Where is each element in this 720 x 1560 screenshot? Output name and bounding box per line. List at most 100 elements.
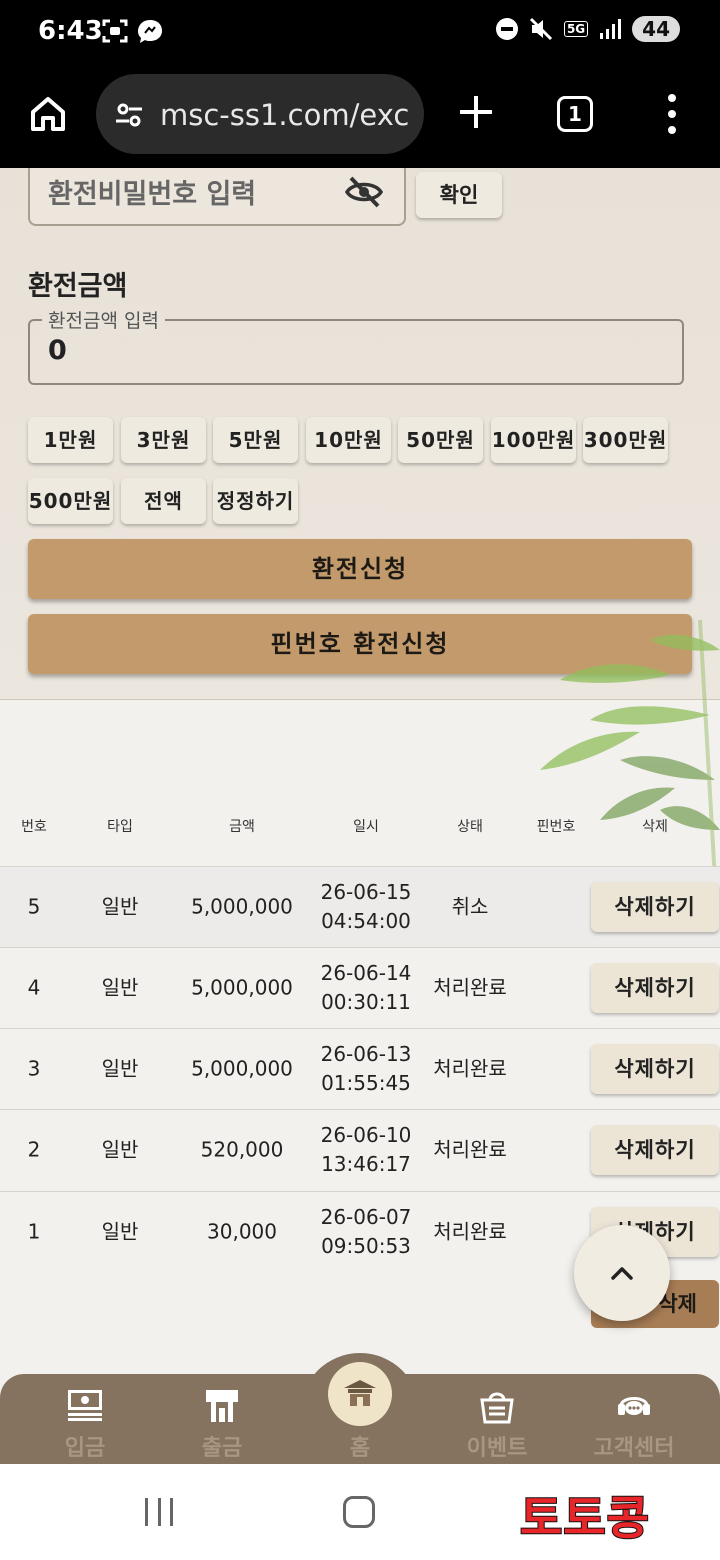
chevron-up-icon [611,1267,633,1280]
row-status: 처리완료 [433,1219,507,1244]
browser-home-icon[interactable] [28,94,68,134]
row-datetime: 26-06-10 13:46:17 [321,1121,412,1179]
row-amount: 520,000 [200,1137,284,1162]
row-type: 일반 [101,1137,139,1162]
nav-event-label: 이벤트 [466,1436,528,1461]
exchange-password-placeholder: 환전비밀번호 입력 [48,179,257,210]
watermark-logo: 토토콩 [519,1490,650,1546]
header-amount: 금액 [229,819,255,835]
amount-30k-button[interactable]: 3만원 [121,417,206,463]
row-status: 처리완료 [433,1137,507,1162]
exchange-password-input[interactable]: 환전비밀번호 입력 [28,168,406,226]
amount-reset-button[interactable]: 정정하기 [213,478,298,524]
row-datetime: 26-06-13 01:55:45 [321,1040,412,1098]
site-settings-icon[interactable] [114,100,144,130]
browser-menu-icon[interactable] [660,94,684,134]
exchange-amount-input[interactable]: 환전금액 입력 0 [28,306,684,385]
delete-row-button[interactable]: 삭제하기 [591,882,719,932]
support-icon [618,1397,650,1415]
row-status: 처리완료 [433,975,507,1000]
event-icon [480,1392,514,1424]
delete-row-button[interactable]: 삭제하기 [591,1125,719,1175]
table-row: 4 일반 5,000,000 26-06-14 00:30:11 처리완료 삭제하… [0,947,720,1028]
exchange-submit-button[interactable]: 환전신청 [28,539,692,599]
row-date: 26-06-13 [320,1042,412,1066]
browser-toolbar: msc-ss1.com/exc 1 [0,68,720,168]
row-number: 1 [27,1219,41,1244]
row-datetime: 26-06-07 09:50:53 [321,1203,412,1261]
amount-all-button[interactable]: 전액 [121,478,206,524]
nav-support[interactable]: 고객센터 [574,1374,694,1464]
deposit-icon [68,1390,102,1421]
row-status: 처리완료 [433,1056,507,1081]
row-type: 일반 [101,1056,139,1081]
row-number: 2 [27,1137,41,1162]
amount-5m-button[interactable]: 500만원 [28,478,113,524]
tab-switcher-button[interactable]: 1 [557,96,593,132]
row-number: 3 [27,1056,41,1081]
delete-row-button[interactable]: 삭제하기 [591,1044,719,1094]
row-amount: 5,000,000 [191,1056,293,1081]
row-amount: 30,000 [207,1219,277,1244]
nav-withdraw[interactable]: 출금 [162,1374,282,1464]
amount-10k-button[interactable]: 1만원 [28,417,113,463]
status-time: 6:43 [38,16,103,46]
confirm-password-button[interactable]: 확인 [416,172,502,218]
url-text: msc-ss1.com/exc [160,98,410,132]
nav-home[interactable]: 홈 [300,1374,420,1464]
amount-500k-button[interactable]: 50만원 [398,417,483,463]
header-status: 상태 [457,819,483,835]
withdraw-icon [206,1390,238,1422]
system-home-icon[interactable] [343,1496,375,1528]
nav-event[interactable]: 이벤트 [437,1374,557,1464]
amount-100k-button[interactable]: 10만원 [306,417,391,463]
amount-3m-button[interactable]: 300만원 [583,417,668,463]
network-type-badge: 5G [563,21,589,37]
row-time: 04:54:00 [321,909,411,933]
row-time: 00:30:11 [321,990,411,1014]
table-row: 5 일반 5,000,000 26-06-15 04:54:00 취소 삭제하기 [0,866,720,947]
header-number: 번호 [21,819,47,835]
row-date: 26-06-10 [320,1123,412,1147]
scroll-to-top-button[interactable] [574,1225,670,1321]
hide-password-icon[interactable] [344,174,384,210]
new-tab-icon[interactable] [456,92,496,132]
nav-support-label: 고객센터 [593,1436,675,1461]
exchange-amount-value[interactable]: 0 [48,335,67,366]
header-delete: 삭제 [642,819,668,835]
row-date: 26-06-14 [320,961,412,985]
address-bar[interactable]: msc-ss1.com/exc [96,74,424,154]
recent-apps-icon[interactable] [145,1498,173,1526]
row-time: 13:46:17 [321,1152,411,1176]
nav-deposit[interactable]: 입금 [25,1374,145,1464]
amount-1m-button[interactable]: 100만원 [491,417,576,463]
status-notification-icons [102,18,164,44]
signal-icon [600,19,622,39]
history-table-header: 번호 타입 금액 일시 상태 핀번호 삭제 [0,812,720,842]
row-amount: 5,000,000 [191,975,293,1000]
row-datetime: 26-06-15 04:54:00 [321,878,412,936]
row-date: 26-06-07 [320,1205,412,1229]
delete-row-button[interactable]: 삭제하기 [591,963,719,1013]
status-bar: 6:43 5G 44 [0,0,720,68]
table-row: 3 일반 5,000,000 26-06-13 01:55:45 처리완료 삭제하… [0,1028,720,1109]
row-amount: 5,000,000 [191,894,293,919]
system-navigation-bar: 토토콩 [0,1464,720,1560]
row-time: 01:55:45 [321,1071,411,1095]
header-pin: 핀번호 [536,819,576,835]
amount-50k-button[interactable]: 5만원 [213,417,298,463]
nav-home-label: 홈 [349,1436,371,1461]
row-type: 일반 [101,975,139,1000]
exchange-amount-title: 환전금액 [28,271,128,302]
table-row: 2 일반 520,000 26-06-10 13:46:17 처리완료 삭제하기 [0,1109,720,1190]
header-type: 타입 [107,819,133,835]
nav-deposit-label: 입금 [64,1436,106,1461]
row-datetime: 26-06-14 00:30:11 [321,959,412,1017]
screenshot-icon [102,19,128,43]
battery-indicator: 44 [632,16,680,42]
mute-icon [529,17,553,41]
row-number: 4 [27,975,41,1000]
row-type: 일반 [101,894,139,919]
exchange-amount-legend: 환전금액 입력 [42,306,165,333]
nav-withdraw-label: 출금 [201,1436,243,1461]
